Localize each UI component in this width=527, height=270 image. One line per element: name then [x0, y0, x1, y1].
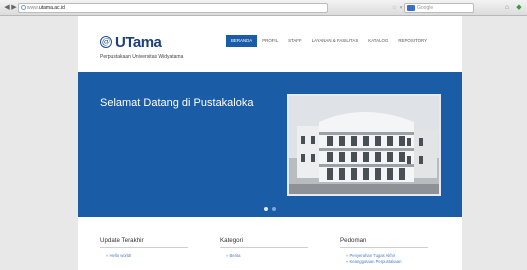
widget-list: Hello world! — [100, 253, 188, 259]
menu-item-katalog[interactable]: Katalog — [363, 35, 393, 47]
menu-item-beranda[interactable]: Beranda — [226, 35, 258, 47]
widget-title: Update Terakhir — [100, 237, 188, 248]
slider-pagination — [264, 207, 276, 211]
url-domain: utama.ac.id — [38, 5, 65, 11]
footer-widgets: Update Terakhir Hello world! Kategori Be… — [78, 217, 462, 270]
hero-banner: Selamat Datang di Pustakaloka — [78, 72, 462, 217]
url-prefix: www. — [27, 5, 39, 11]
menu-item-repository[interactable]: Repository — [393, 35, 432, 47]
widget-list: Penyerahan Tugas Akhir Keanggotaan Perpu… — [340, 253, 428, 265]
menu-item-staff[interactable]: Staff — [283, 35, 307, 47]
hero-building-image — [287, 94, 441, 196]
widget-pedoman: Pedoman Penyerahan Tugas Akhir Keanggota… — [340, 237, 428, 265]
widget-update-terakhir: Update Terakhir Hello world! — [100, 237, 188, 259]
menu-item-layanan[interactable]: Layanan & Fasilitas — [307, 35, 364, 47]
addon-icon[interactable]: ◆ — [515, 4, 523, 12]
widget-title: Kategori — [220, 237, 308, 248]
forward-arrow-icon[interactable]: ▶ — [10, 4, 18, 12]
globe-icon — [21, 5, 26, 10]
widget-link[interactable]: Berita — [226, 253, 308, 259]
slider-dot-1[interactable] — [264, 207, 268, 211]
menu-item-profil[interactable]: Profil — [257, 35, 283, 47]
site-logo-text[interactable]: UTama — [115, 34, 162, 51]
widget-kategori: Kategori Berita — [220, 237, 308, 259]
logo-icon[interactable]: @ — [100, 36, 112, 48]
hero-title: Selamat Datang di Pustakaloka — [100, 97, 254, 109]
widget-list: Berita — [220, 253, 308, 259]
address-bar[interactable]: www.utama.ac.id — [18, 3, 328, 13]
web-page: @ UTama Perpustakaan Universitas Widyata… — [78, 16, 462, 270]
site-header: @ UTama Perpustakaan Universitas Widyata… — [78, 16, 462, 71]
home-icon[interactable]: ⌂ — [503, 4, 511, 12]
site-subtitle: Perpustakaan Universitas Widyatama — [100, 54, 184, 60]
browser-toolbar: ◀ ▶ www.utama.ac.id ☆ ▾ ↻ Google ⌂ ◆ — [0, 0, 527, 16]
browser-search-input[interactable]: Google — [404, 3, 474, 13]
search-engine-icon[interactable] — [407, 5, 415, 11]
widget-title: Pedoman — [340, 237, 428, 248]
widget-link[interactable]: Keanggotaan Perpustakaan — [346, 259, 428, 265]
search-placeholder: Google — [417, 5, 434, 11]
slider-dot-2[interactable] — [272, 207, 276, 211]
widget-link[interactable]: Hello world! — [106, 253, 188, 259]
main-menu: Beranda Profil Staff Layanan & Fasilitas… — [226, 35, 432, 47]
